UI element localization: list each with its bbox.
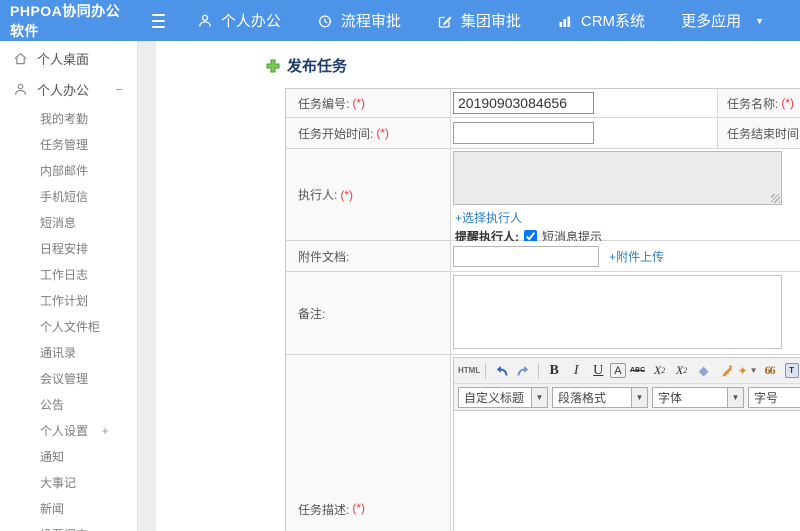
form-row-remark: 备注: (286, 272, 800, 355)
redo-icon[interactable] (513, 361, 533, 381)
user-icon (13, 82, 28, 97)
chevron-down-icon: ▼ (632, 386, 648, 408)
paste-template-icon[interactable]: T (782, 361, 800, 381)
bold-button[interactable]: B (544, 361, 564, 381)
executor-label: 执行人: (298, 188, 338, 202)
end-time-label: 任务结束时间: (727, 126, 800, 141)
caret-down-icon: ▼ (755, 15, 764, 26)
bar-chart-icon (557, 13, 573, 29)
blockquote-button[interactable]: 66 (760, 361, 780, 381)
sidebar-item-announcement[interactable]: 公告 (0, 391, 137, 417)
remark-label: 备注: (298, 306, 326, 321)
sidebar-item-milestones[interactable]: 大事记 (0, 469, 137, 495)
required-mark: (*) (340, 187, 354, 202)
italic-button[interactable]: I (566, 361, 586, 381)
sidebar-item-my-attendance[interactable]: 我的考勤 (0, 105, 137, 131)
form-row-attachment: 附件文档: +附件上传 (286, 241, 800, 272)
editor-content-area[interactable] (454, 411, 800, 531)
sidebar: 个人桌面 个人办公 − 我的考勤 任务管理 内部邮件 手机短信 短消息 日程安排… (0, 41, 138, 531)
font-size-dropdown[interactable]: 字号 ▼ (748, 386, 800, 408)
expand-icon[interactable]: + (101, 423, 109, 438)
undo-icon[interactable] (491, 361, 511, 381)
sidebar-item-contacts[interactable]: 通讯录 (0, 339, 137, 365)
remark-textarea[interactable] (453, 275, 782, 349)
required-mark: (*) (781, 96, 795, 110)
sidebar-item-meeting-management[interactable]: 会议管理 (0, 365, 137, 391)
underline-button[interactable]: U (588, 361, 608, 381)
sidebar-item-notice[interactable]: 通知 (0, 443, 137, 469)
subscript-button[interactable]: X2 (672, 361, 692, 381)
html-source-button[interactable]: HTML (458, 361, 480, 381)
top-nav: 个人办公 流程审批 集团审批 CRM系统 更多应用 ▼ (197, 10, 800, 31)
top-header: PHPOA协同办公软件 个人办公 流程审批 集团审批 CRM系统 更多应用 ▼ (0, 0, 800, 41)
app-logo: PHPOA协同办公软件 (10, 2, 121, 39)
paragraph-format-dropdown[interactable]: 段落格式 ▼ (552, 386, 648, 408)
sidebar-item-work-log[interactable]: 工作日志 (0, 261, 137, 287)
sidebar-item-personal-settings[interactable]: 个人设置 + (0, 417, 137, 443)
required-mark: (*) (352, 501, 366, 515)
nav-workflow-approval[interactable]: 流程审批 (317, 10, 401, 31)
editor-toolbar-row1: HTML B I U A ABC X2 X 2 ◆ ✦ ▼ 66 T (454, 358, 800, 384)
font-style-button[interactable]: A (610, 363, 626, 378)
start-time-input[interactable] (453, 122, 594, 144)
required-mark: (*) (352, 96, 366, 110)
page-title: 发布任务 (287, 58, 348, 75)
attachment-input[interactable] (453, 245, 599, 267)
format-painter-icon[interactable] (716, 361, 736, 381)
home-icon (13, 51, 28, 66)
task-number-input[interactable] (453, 92, 594, 114)
sidebar-item-mobile-sms[interactable]: 手机短信 (0, 183, 137, 209)
publish-task-form: 任务编号: (*) 任务名称: (*) 任务开始时间: (*) 任务结束时间: (285, 88, 800, 531)
form-row-executor: 执行人: (*) +选择执行人 提醒执行人: 短消息提示 (286, 149, 800, 244)
sidebar-item-task-management[interactable]: 任务管理 (0, 131, 137, 157)
sidebar-item-personal-office[interactable]: 个人办公 − (0, 74, 137, 105)
choose-executor-link[interactable]: +选择执行人 (455, 209, 522, 226)
start-time-label: 任务开始时间: (298, 126, 374, 141)
collapse-icon[interactable]: − (115, 82, 123, 97)
nav-personal-office[interactable]: 个人办公 (197, 10, 281, 31)
editor-toolbar-row2: 自定义标题 ▼ 段落格式 ▼ 字体 ▼ 字号 ▼ (454, 384, 800, 411)
eraser-icon[interactable]: ◆ (694, 361, 714, 381)
custom-title-dropdown[interactable]: 自定义标题 ▼ (458, 386, 548, 408)
user-icon (197, 13, 213, 29)
form-row-start-time: 任务开始时间: (*) 任务结束时间: (*) (286, 118, 800, 149)
sidebar-item-personal-files[interactable]: 个人文件柜 (0, 313, 137, 339)
edit-square-icon (437, 13, 453, 29)
nav-more-apps[interactable]: 更多应用 ▼ (681, 10, 764, 31)
superscript-button[interactable]: X2 (650, 361, 670, 381)
task-number-label: 任务编号: (298, 96, 350, 111)
rich-text-editor: HTML B I U A ABC X2 X 2 ◆ ✦ ▼ 66 T 自定义标题… (453, 357, 800, 531)
nav-group-approval[interactable]: 集团审批 (437, 10, 521, 31)
attachment-upload-link[interactable]: +附件上传 (609, 248, 664, 265)
nav-crm-system[interactable]: CRM系统 (557, 10, 645, 31)
task-name-label: 任务名称: (727, 96, 779, 111)
attachment-label: 附件文档: (298, 249, 350, 264)
form-row-description: 任务描述: (*) HTML B I U A ABC X 2 X 2 ◆ ✦ ▼… (286, 355, 800, 531)
page-title-row: 发布任务 (266, 55, 347, 76)
history-clock-icon (317, 13, 333, 29)
sidebar-item-work-plan[interactable]: 工作计划 (0, 287, 137, 313)
form-row-task-number: 任务编号: (*) 任务名称: (*) (286, 89, 800, 118)
sidebar-item-schedule[interactable]: 日程安排 (0, 235, 137, 261)
chevron-down-icon: ▼ (532, 386, 548, 408)
hamburger-menu-icon[interactable] (151, 13, 165, 28)
chevron-down-icon: ▼ (728, 386, 744, 408)
sidebar-item-poll[interactable]: 投票调查 (0, 521, 137, 531)
executor-textarea[interactable] (453, 151, 782, 205)
sidebar-item-news[interactable]: 新闻 (0, 495, 137, 521)
plus-icon (266, 59, 280, 73)
autoformat-wand-icon[interactable]: ✦ ▼ (738, 361, 758, 381)
main-content: 发布任务 任务编号: (*) 任务名称: (*) 任务开始时间: (*) (156, 41, 800, 531)
strikethrough-button[interactable]: ABC (628, 361, 648, 381)
sidebar-item-internal-mail[interactable]: 内部邮件 (0, 157, 137, 183)
font-family-dropdown[interactable]: 字体 ▼ (652, 386, 744, 408)
required-mark: (*) (376, 126, 390, 140)
description-label: 任务描述: (298, 503, 350, 517)
sidebar-item-personal-desktop[interactable]: 个人桌面 (0, 43, 137, 74)
sidebar-item-short-message[interactable]: 短消息 (0, 209, 137, 235)
